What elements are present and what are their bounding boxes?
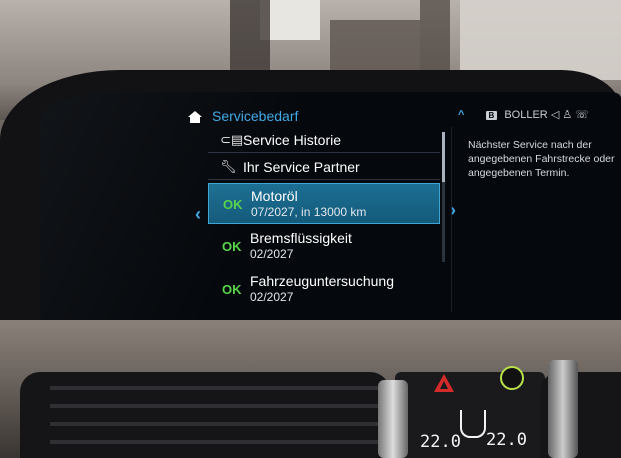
right-temperature: 22.0 — [486, 430, 527, 450]
air-vent-left — [20, 372, 400, 458]
photo-scene: Servicebedarf ‹ › ⊂▤ Service Historie 🔧︎… — [0, 0, 621, 458]
item-detail: 02/2027 — [250, 247, 294, 261]
chevron-left-icon[interactable]: ‹ — [195, 204, 201, 225]
menu-item-label: Ihr Service Partner — [243, 159, 360, 175]
panel-divider — [451, 127, 452, 312]
item-title: Fahrzeuguntersuchung — [250, 273, 394, 289]
item-detail: 02/2027 — [250, 290, 294, 304]
menu-item-service-partner[interactable]: 🔧︎ Ihr Service Partner — [208, 154, 440, 180]
info-text: Nächster Service nach der angegebenen Fa… — [468, 139, 615, 179]
item-title: Bremsflüssigkeit — [250, 230, 352, 246]
vent-slat — [50, 404, 400, 408]
scroll-thumb[interactable] — [442, 132, 445, 182]
service-list: ⊂▤ Service Historie 🔧︎ Ihr Service Partn… — [208, 127, 448, 307]
wrench-icon: 🔧︎ — [220, 159, 237, 174]
status-badge: OK — [222, 282, 242, 297]
list-item-fahrzeuguntersuchung[interactable]: OK Fahrzeuguntersuchung 02/2027 — [208, 269, 440, 307]
vent-knob-right[interactable] — [548, 360, 578, 458]
infotainment-screen: Servicebedarf ‹ › ⊂▤ Service Historie 🔧︎… — [40, 92, 621, 320]
vent-slat — [50, 422, 400, 426]
status-badge: OK — [223, 197, 243, 212]
menu-item-service-history[interactable]: ⊂▤ Service Historie — [208, 127, 440, 153]
chevron-up-icon[interactable]: ^ — [458, 109, 464, 121]
climate-icon — [460, 410, 486, 438]
vent-slat — [50, 386, 400, 390]
menu-item-label: Service Historie — [243, 132, 342, 148]
left-temperature: 22.0 — [420, 432, 461, 452]
status-badge: OK — [222, 239, 242, 254]
list-item-motoroel[interactable]: OK Motoröl 07/2027, in 13000 km — [208, 183, 440, 224]
profile-badge: B — [485, 111, 498, 120]
item-title: Motoröl — [251, 188, 298, 204]
hazard-inner — [440, 381, 448, 389]
item-detail: 07/2027, in 13000 km — [251, 205, 367, 219]
profile-name: BOLLER — [504, 109, 548, 121]
scrollbar[interactable] — [442, 132, 445, 262]
vent-knob-left[interactable] — [378, 380, 408, 458]
status-bar: ^ B BOLLER ◁ ♙ ☏ — [458, 108, 589, 121]
page-title: Servicebedarf — [212, 108, 299, 124]
wall-panel — [460, 0, 621, 80]
status-icons: ◁ ♙ ☏ — [550, 109, 590, 121]
lock-button-icon[interactable] — [500, 366, 524, 390]
home-icon[interactable] — [187, 110, 203, 124]
list-item-bremsfluessigkeit[interactable]: OK Bremsflüssigkeit 02/2027 — [208, 226, 440, 267]
wrench-car-icon: ⊂▤ — [220, 132, 244, 147]
vent-slat — [50, 440, 400, 444]
